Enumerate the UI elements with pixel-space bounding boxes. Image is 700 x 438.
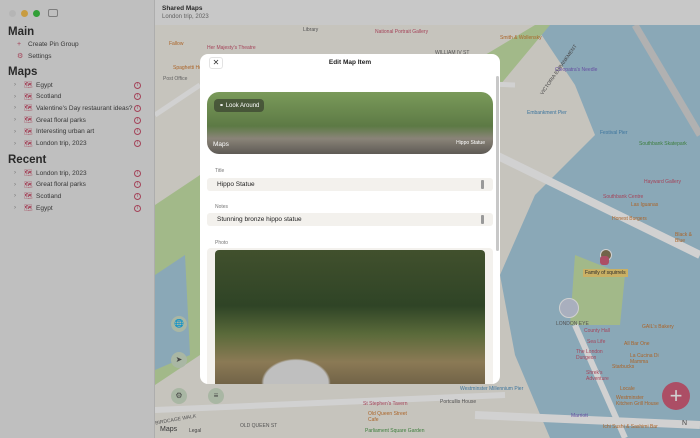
resize-handle[interactable] xyxy=(481,215,484,224)
resize-handle[interactable] xyxy=(481,180,484,189)
title-value: Hippo Statue xyxy=(217,181,255,188)
look-around-button[interactable]: ⚭ Look Around xyxy=(214,99,265,112)
notes-value: Stunning bronze hippo statue xyxy=(217,216,302,223)
notes-field[interactable]: Stunning bronze hippo statue xyxy=(207,213,493,226)
photo-container[interactable] xyxy=(207,248,493,384)
scrollbar[interactable] xyxy=(496,76,499,251)
look-around-caption: Hippo Statue xyxy=(456,140,485,146)
title-label: Title xyxy=(215,168,225,174)
dialog-title: Edit Map Item xyxy=(328,59,372,66)
maps-logo: Maps xyxy=(213,141,229,148)
binoculars-icon: ⚭ xyxy=(219,103,226,109)
look-around-label: Look Around xyxy=(225,103,260,109)
edit-map-item-dialog: ✕ Edit Map Item ⚭ Look Around Maps Hippo… xyxy=(200,54,500,384)
hippo-photo xyxy=(215,250,485,384)
look-around-preview[interactable]: ⚭ Look Around Maps Hippo Statue xyxy=(207,92,493,154)
notes-label: Notes xyxy=(215,204,229,210)
title-field[interactable]: Hippo Statue xyxy=(207,178,493,191)
photo-label: Photo xyxy=(215,240,229,246)
